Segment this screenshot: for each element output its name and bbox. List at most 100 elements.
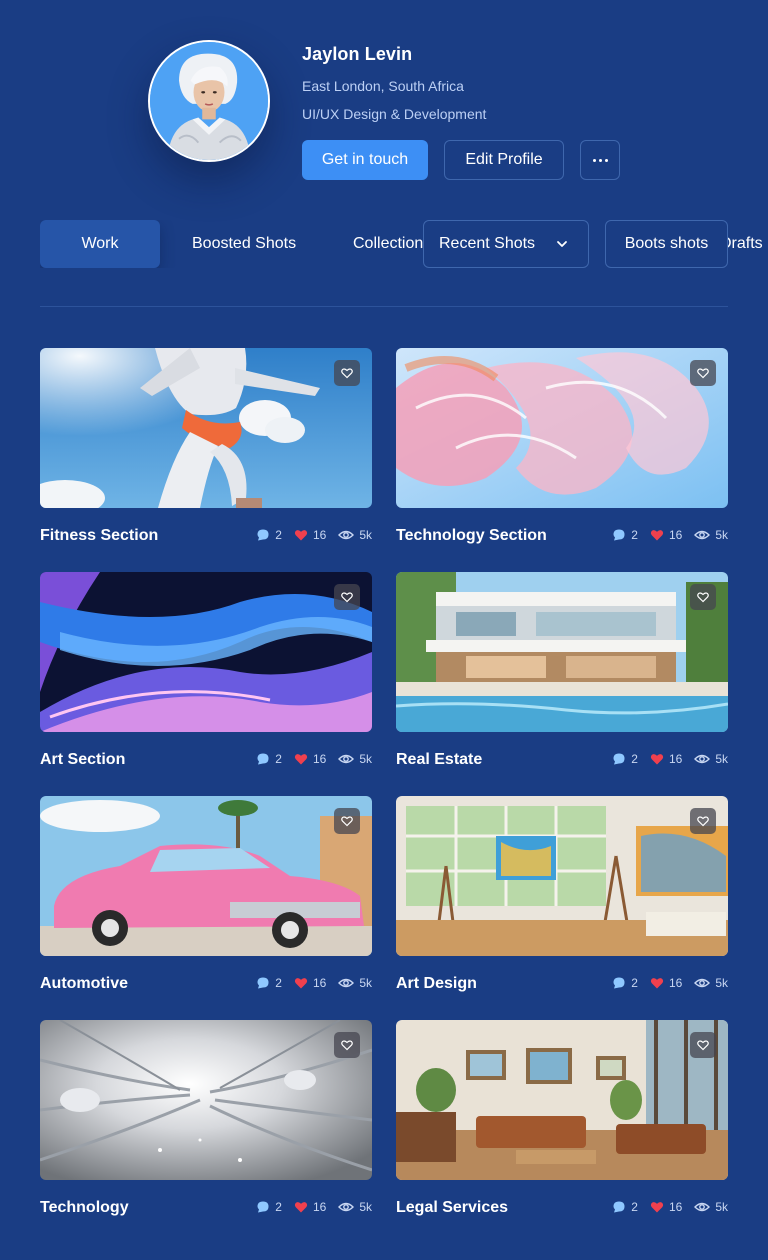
shot-stats: 2 16 5k (244, 528, 372, 542)
heart-outline-icon (697, 368, 709, 379)
shot-stats: 2 16 5k (600, 1200, 728, 1214)
eye-icon (694, 1202, 711, 1212)
more-dots-icon (592, 158, 608, 162)
views-count: 5k (694, 976, 728, 990)
likes-count: 16 (294, 528, 326, 542)
favorite-button[interactable] (334, 808, 360, 834)
comments-count: 2 (612, 752, 638, 766)
shot-card[interactable]: Fitness Section 2 16 5k (40, 348, 372, 548)
likes-count: 16 (650, 752, 682, 766)
comment-icon (613, 977, 625, 989)
heart-icon (650, 754, 664, 765)
shot-card[interactable]: Automotive 2 16 5k (40, 796, 372, 996)
shot-title[interactable]: Art Section (40, 751, 125, 769)
shot-stats: 2 16 5k (600, 528, 728, 542)
likes-count: 16 (650, 528, 682, 542)
favorite-button[interactable] (690, 360, 716, 386)
likes-count: 16 (294, 1200, 326, 1214)
shot-thumbnail[interactable] (40, 348, 372, 508)
eye-icon (338, 1202, 355, 1212)
shot-title[interactable]: Real Estate (396, 751, 482, 769)
shot-title[interactable]: Technology (40, 1199, 129, 1217)
shot-stats: 2 16 5k (600, 752, 728, 766)
shot-title[interactable]: Legal Services (396, 1199, 508, 1217)
views-count: 5k (694, 752, 728, 766)
shot-thumbnail[interactable] (396, 348, 728, 508)
comment-icon (613, 753, 625, 765)
more-options-button[interactable] (580, 140, 620, 180)
avatar[interactable] (148, 40, 270, 162)
likes-count: 16 (650, 976, 682, 990)
tech-tunnel-image (40, 1020, 372, 1180)
views-count: 5k (338, 1200, 372, 1214)
pink-car-image (40, 796, 372, 956)
shot-card[interactable]: Legal Services 2 16 5k (396, 1020, 728, 1220)
shot-thumbnail[interactable] (40, 1020, 372, 1180)
views-count: 5k (338, 752, 372, 766)
comments-count: 2 (612, 528, 638, 542)
comment-icon (613, 1201, 625, 1213)
tab-work[interactable]: Work (40, 220, 160, 268)
comment-icon (257, 1201, 269, 1213)
eye-icon (338, 754, 355, 764)
eye-icon (694, 530, 711, 540)
shot-stats: 2 16 5k (600, 976, 728, 990)
heart-icon (294, 978, 308, 989)
comments-count: 2 (612, 1200, 638, 1214)
office-lounge-image (396, 1020, 728, 1180)
shot-thumbnail[interactable] (396, 572, 728, 732)
recent-shots-dropdown[interactable]: Recent Shots (423, 220, 589, 268)
heart-outline-icon (341, 1040, 353, 1051)
heart-icon (650, 530, 664, 541)
portrait-avatar-image (150, 42, 268, 160)
favorite-button[interactable] (334, 584, 360, 610)
shot-thumbnail[interactable] (40, 572, 372, 732)
shot-title[interactable]: Technology Section (396, 527, 547, 545)
views-count: 5k (694, 1200, 728, 1214)
shot-card[interactable]: Technology Section 2 16 5k (396, 348, 728, 548)
eye-icon (694, 978, 711, 988)
profile-page: Jaylon Levin East London, South Africa U… (0, 0, 768, 1260)
shot-card[interactable]: Art Design 2 16 5k (396, 796, 728, 996)
shot-title[interactable]: Automotive (40, 975, 128, 993)
views-count: 5k (338, 528, 372, 542)
comments-count: 2 (256, 528, 282, 542)
heart-outline-icon (341, 816, 353, 827)
shot-card[interactable]: Real Estate 2 16 5k (396, 572, 728, 772)
recent-shots-label: Recent Shots (439, 235, 536, 252)
fitness-image (40, 348, 372, 508)
likes-count: 16 (650, 1200, 682, 1214)
profile-location: East London, South Africa (302, 78, 464, 94)
glass-ribbons-image (396, 348, 728, 508)
shot-thumbnail[interactable] (396, 1020, 728, 1180)
heart-icon (294, 530, 308, 541)
comment-icon (257, 753, 269, 765)
edit-profile-button[interactable]: Edit Profile (444, 140, 564, 180)
tab-boots-shots[interactable]: Boots shots (605, 220, 728, 268)
shot-tabs: Drafts Work Boosted Shots Collections Re… (40, 220, 768, 268)
heart-outline-icon (341, 592, 353, 603)
favorite-button[interactable] (334, 1032, 360, 1058)
favorite-button[interactable] (690, 808, 716, 834)
shot-card[interactable]: Art Section 2 16 5k (40, 572, 372, 772)
eye-icon (338, 978, 355, 988)
get-in-touch-button[interactable]: Get in touch (302, 140, 428, 180)
shot-title[interactable]: Art Design (396, 975, 477, 993)
heart-icon (294, 1202, 308, 1213)
tab-boosted-shots[interactable]: Boosted Shots (192, 220, 296, 268)
shot-thumbnail[interactable] (40, 796, 372, 956)
shot-thumbnail[interactable] (396, 796, 728, 956)
favorite-button[interactable] (690, 1032, 716, 1058)
heart-outline-icon (697, 816, 709, 827)
comment-icon (257, 977, 269, 989)
profile-name: Jaylon Levin (302, 44, 413, 64)
shot-title[interactable]: Fitness Section (40, 527, 158, 545)
shot-card[interactable]: Technology 2 16 5k (40, 1020, 372, 1220)
heart-outline-icon (341, 368, 353, 379)
favorite-button[interactable] (690, 584, 716, 610)
views-count: 5k (694, 528, 728, 542)
favorite-button[interactable] (334, 360, 360, 386)
comments-count: 2 (256, 752, 282, 766)
art-studio-image (396, 796, 728, 956)
tab-collections[interactable]: Collections (353, 220, 433, 268)
